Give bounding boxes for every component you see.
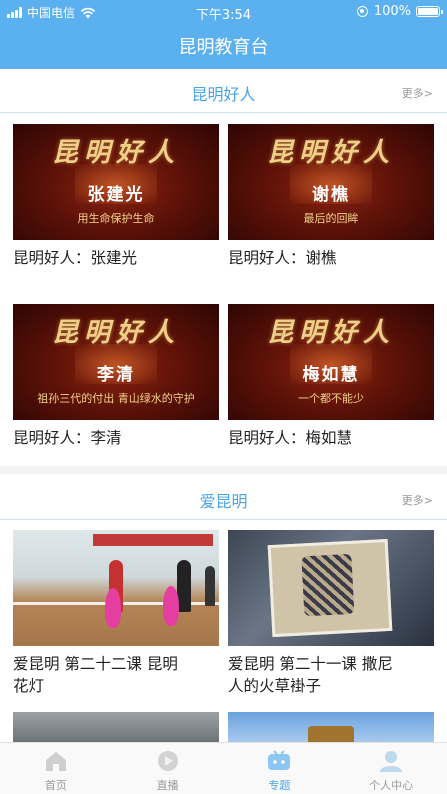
video-card[interactable]: 昆明好人 谢樵 最后的回眸 昆明好人：谢樵 bbox=[228, 124, 434, 269]
video-thumbnail[interactable]: 昆明好人 李清 祖孙三代的付出 青山绿水的守护 bbox=[13, 304, 219, 420]
video-thumbnail[interactable]: 昆明好人 张建光 用生命保护生命 bbox=[13, 124, 219, 240]
section-header-good-people: 昆明好人 更多> bbox=[0, 69, 447, 113]
tab-live[interactable]: 直播 bbox=[112, 743, 224, 794]
video-title-line: 爱昆明 第二十二课 昆明 bbox=[13, 655, 178, 673]
section-title: 昆明好人 bbox=[191, 85, 256, 104]
thumb-name: 李清 bbox=[97, 365, 135, 385]
video-title-line: 人的火草褂子 bbox=[228, 677, 322, 695]
video-title[interactable]: 昆明好人：李清 bbox=[13, 427, 219, 449]
user-icon bbox=[380, 751, 403, 772]
app-header: 中国电信 下午3:54 100% 昆明教育台 bbox=[0, 0, 447, 69]
thumb-banner: 昆明好人 bbox=[266, 318, 395, 348]
topic-icon bbox=[268, 750, 291, 770]
video-title[interactable]: 爱昆明 第二十一课 撒尼 人的火草褂子 bbox=[228, 653, 434, 697]
video-card[interactable]: 爱昆明 第二十二课 昆明 花灯 bbox=[13, 530, 219, 697]
thumb-name: 梅如慧 bbox=[302, 365, 360, 385]
video-title[interactable]: 昆明好人：谢樵 bbox=[228, 247, 434, 269]
tab-profile[interactable]: 个人中心 bbox=[335, 743, 447, 794]
section-divider bbox=[0, 466, 447, 474]
tab-label: 个人中心 bbox=[369, 779, 414, 792]
home-icon bbox=[45, 752, 66, 771]
tab-label: 直播 bbox=[156, 779, 179, 792]
video-title[interactable]: 昆明好人：张建光 bbox=[13, 247, 219, 269]
video-thumbnail[interactable] bbox=[13, 530, 219, 646]
thumb-tagline: 祖孙三代的付出 青山绿水的守护 bbox=[37, 392, 195, 405]
thumb-tagline: 最后的回眸 bbox=[303, 212, 359, 225]
section-header-love-kunming: 爱昆明 更多> bbox=[0, 476, 447, 520]
video-thumbnail[interactable] bbox=[228, 530, 434, 646]
tab-home[interactable]: 首页 bbox=[0, 743, 112, 794]
video-card[interactable]: 昆明好人 李清 祖孙三代的付出 青山绿水的守护 昆明好人：李清 bbox=[13, 304, 219, 449]
battery-percent: 100% bbox=[373, 4, 411, 19]
video-title[interactable]: 爱昆明 第二十二课 昆明 花灯 bbox=[13, 653, 219, 697]
more-link[interactable]: 更多> bbox=[402, 492, 433, 508]
tab-label: 专题 bbox=[268, 779, 291, 792]
video-thumbnail[interactable]: 昆明好人 谢樵 最后的回眸 bbox=[228, 124, 434, 240]
more-link[interactable]: 更多> bbox=[402, 85, 433, 101]
status-bar: 中国电信 下午3:54 100% bbox=[0, 0, 447, 24]
tab-label: 首页 bbox=[44, 779, 67, 792]
thumb-tagline: 用生命保护生命 bbox=[77, 212, 155, 225]
video-title-line: 花灯 bbox=[13, 677, 45, 695]
video-thumbnail[interactable]: 昆明好人 梅如慧 一个都不能少 bbox=[228, 304, 434, 420]
thumb-tagline: 一个都不能少 bbox=[298, 392, 364, 405]
video-title[interactable]: 昆明好人：梅如慧 bbox=[228, 427, 434, 449]
video-card[interactable]: 昆明好人 张建光 用生命保护生命 昆明好人：张建光 bbox=[13, 124, 219, 269]
video-thumbnail[interactable] bbox=[13, 712, 219, 742]
video-card[interactable] bbox=[13, 712, 219, 742]
bottom-tab-bar: 首页 直播 专题 个人中心 bbox=[0, 742, 447, 794]
page-title: 昆明教育台 bbox=[178, 37, 269, 58]
video-card[interactable] bbox=[228, 712, 434, 742]
video-card[interactable]: 爱昆明 第二十一课 撒尼 人的火草褂子 bbox=[228, 530, 434, 697]
thumb-banner: 昆明好人 bbox=[266, 138, 395, 168]
live-icon bbox=[157, 751, 178, 771]
battery-icon bbox=[416, 6, 443, 17]
thumb-name: 谢樵 bbox=[312, 185, 350, 205]
tab-topic[interactable]: 专题 bbox=[224, 743, 336, 794]
thumb-banner: 昆明好人 bbox=[51, 138, 180, 168]
video-card[interactable]: 昆明好人 梅如慧 一个都不能少 昆明好人：梅如慧 bbox=[228, 304, 434, 449]
thumb-banner: 昆明好人 bbox=[51, 318, 180, 348]
thumb-name: 张建光 bbox=[87, 185, 145, 205]
rotation-lock-icon bbox=[356, 6, 368, 17]
section-title: 爱昆明 bbox=[199, 492, 248, 511]
video-thumbnail[interactable] bbox=[228, 712, 434, 742]
video-title-line: 爱昆明 第二十一课 撒尼 bbox=[228, 655, 393, 673]
